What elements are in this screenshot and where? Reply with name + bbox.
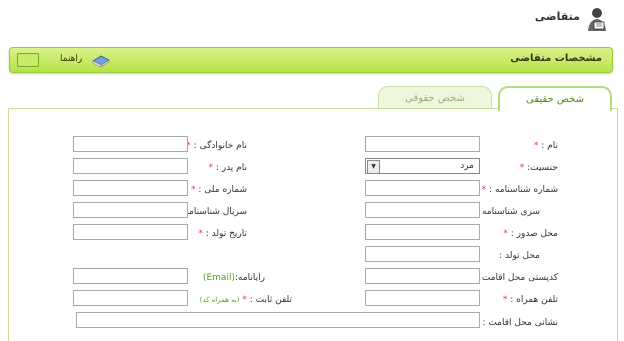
email-label: رایانامه:(Email): [203, 273, 265, 283]
mobile-input[interactable]: [365, 290, 480, 306]
father-name-label-text: نام پدر :: [215, 163, 247, 173]
national-id-input[interactable]: [73, 180, 188, 196]
first-name-label-text: نام :: [541, 141, 558, 151]
tab-legal-person[interactable]: شخص حقوقی: [378, 86, 492, 109]
postal-code-label-text: کدپستی محل اقامت :: [475, 273, 558, 283]
birth-date-label: تاریخ تولد : *: [198, 229, 247, 239]
section-title: مشخصات متقاضی: [510, 53, 602, 64]
page-header: متقاضی: [0, 0, 624, 38]
birth-place-label: محل تولد :: [499, 251, 540, 261]
gender-label-text: جنسیت:: [527, 163, 558, 173]
id-serial-input[interactable]: [73, 202, 188, 218]
email-tag: (Email): [202, 273, 235, 283]
phone-input[interactable]: [73, 290, 188, 306]
issue-place-label-text: محل صدور :: [510, 229, 558, 239]
email-label-text: رایانامه:: [234, 273, 265, 283]
help-link[interactable]: راهنما: [60, 54, 82, 64]
required-mark: *: [519, 163, 525, 173]
required-mark: *: [503, 229, 508, 239]
required-mark: *: [191, 185, 196, 195]
id-series-input[interactable]: [365, 202, 480, 218]
email-input[interactable]: [73, 268, 188, 284]
issue-place-label: محل صدور : *: [503, 229, 558, 239]
father-name-label: نام پدر : *: [208, 163, 247, 173]
birth-date-label-text: تاریخ تولد :: [205, 229, 247, 239]
required-mark: *: [502, 295, 508, 305]
id-number-label: شماره شناسنامه : *: [482, 185, 558, 195]
address-input[interactable]: [76, 312, 480, 328]
national-id-label: شماره ملی : *: [191, 185, 247, 195]
last-name-label: نام خانوادگی : *: [186, 141, 247, 151]
dropdown-arrow-icon[interactable]: ▼: [367, 160, 380, 174]
issue-place-input[interactable]: [365, 224, 480, 240]
mobile-label: تلفن همراه : *: [503, 295, 558, 305]
last-name-label-text: نام خانوادگی :: [193, 141, 247, 151]
page-title: متقاضی: [534, 10, 580, 23]
phone-hint: (به همراه کد): [199, 296, 240, 304]
required-mark: *: [208, 163, 213, 173]
required-mark: *: [242, 295, 247, 305]
help-book-icon[interactable]: [92, 51, 110, 67]
id-number-label-text: شماره شناسنامه :: [489, 185, 558, 195]
address-label-text: نشانی محل اقامت :: [482, 318, 558, 328]
phone-label-text: تلفن ثابت :: [249, 295, 292, 305]
national-id-label-text: شماره ملی :: [198, 185, 247, 195]
phone-label: تلفن ثابت : * (به همراه کد): [200, 295, 292, 305]
id-serial-label-text: سریال شناسنامه :: [178, 207, 247, 217]
gender-select[interactable]: مرد ▼: [365, 158, 480, 174]
birth-date-input[interactable]: [73, 224, 188, 240]
collapse-button[interactable]: [17, 53, 39, 67]
father-name-input[interactable]: [73, 158, 188, 174]
mobile-label-text: تلفن همراه :: [510, 295, 558, 305]
applicant-user-icon: [588, 8, 606, 31]
gender-label: جنسیت: *: [520, 163, 558, 173]
first-name-label: نام : *: [534, 141, 558, 151]
required-mark: *: [481, 185, 487, 195]
required-mark: *: [533, 141, 539, 151]
tab-real-person[interactable]: شخص حقیقی: [498, 86, 612, 111]
section-header-bar: مشخصات متقاضی راهنما: [9, 47, 613, 73]
gender-selected-value: مرد: [460, 161, 474, 171]
first-name-input[interactable]: [365, 136, 480, 152]
birth-place-input[interactable]: [365, 246, 480, 262]
required-mark: *: [198, 229, 203, 239]
last-name-input[interactable]: [73, 136, 188, 152]
id-series-label: سری شناسنامه :: [476, 207, 540, 217]
postal-code-input[interactable]: [365, 268, 480, 284]
address-label: نشانی محل اقامت : *: [475, 318, 558, 328]
id-number-input[interactable]: [365, 180, 480, 196]
postal-code-label: کدپستی محل اقامت : *: [469, 273, 558, 283]
